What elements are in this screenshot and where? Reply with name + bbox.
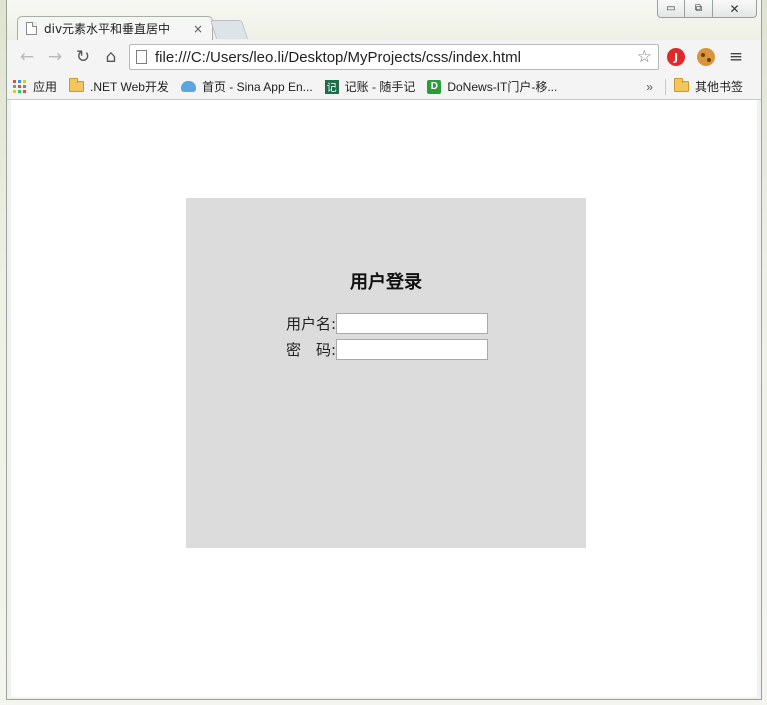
reload-icon[interactable]: ↻ [69,43,97,71]
bookmark-jizhang[interactable]: 记 记账 - 随手记 [324,78,416,95]
maximize-button[interactable]: ⧉ [685,0,713,18]
address-bar[interactable]: file:///C:/Users/leo.li/Desktop/MyProjec… [129,44,659,70]
bookmark-label: 应用 [33,80,58,94]
password-row: 密 码: [282,339,488,360]
apps-icon [13,79,27,94]
cloud-icon [180,81,196,92]
new-tab-button[interactable] [209,20,249,39]
file-icon [136,50,147,64]
menu-icon: ≡ [728,47,744,67]
login-title: 用户登录 [350,272,422,293]
bookmark-star-icon[interactable]: ☆ [637,47,652,67]
bookmark-apps[interactable]: 应用 [13,78,57,95]
bookmark-other[interactable]: 其他书签 [673,78,743,95]
page-icon [26,22,37,35]
username-label: 用户名: [285,315,336,333]
home-icon[interactable]: ⌂ [97,43,125,71]
bookmark-sina[interactable]: 首页 - Sina App En... [180,78,313,95]
bookmark-label: 首页 - Sina App En... [201,80,313,94]
window-controls: ▭ ⧉ ✕ [657,0,757,18]
bookmark-label: DoNews-IT门户-移... [447,80,558,94]
bookmark-label: 记账 - 随手记 [344,80,416,94]
forward-icon[interactable]: → [41,43,69,71]
bookmark-label: .NET Web开发 [90,80,169,94]
folder-icon [673,78,689,92]
back-icon[interactable]: ← [13,43,41,71]
page-viewport: 用户登录 用户名: 密 码: [11,100,757,697]
url-text[interactable]: file:///C:/Users/leo.li/Desktop/MyProjec… [155,49,637,66]
tab-active[interactable]: div元素水平和垂直居中 × [17,16,213,40]
bookmarks-separator [664,78,666,95]
cookie-icon [697,48,715,66]
extension-red-icon: J [667,48,685,66]
donews-icon: D [427,79,442,94]
browser-window: div元素水平和垂直居中 × ▭ ⧉ ✕ ← → ↻ ⌂ file:///C:/… [6,0,762,700]
close-window-button[interactable]: ✕ [713,0,757,18]
bookmarks-overflow-chevron[interactable]: » [646,80,653,94]
username-input[interactable] [336,313,488,334]
bookmark-donews[interactable]: D DoNews-IT门户-移... [427,78,557,95]
tab-title: div元素水平和垂直居中 [44,22,171,36]
browser-toolbar: ← → ↻ ⌂ file:///C:/Users/leo.li/Desktop/… [7,40,761,74]
extension-red[interactable]: J [663,44,689,70]
username-row: 用户名: [282,313,488,334]
note-icon: 记 [324,79,339,94]
tab-close-icon[interactable]: × [192,22,204,36]
login-box: 用户登录 用户名: 密 码: [186,198,586,548]
extension-cookie[interactable] [693,44,719,70]
title-bar: div元素水平和垂直居中 × ▭ ⧉ ✕ [7,0,761,40]
bookmark-label: 其他书签 [694,80,743,94]
chrome-menu-button[interactable]: ≡ [723,44,749,70]
minimize-button[interactable]: ▭ [657,0,685,18]
folder-icon [69,78,85,92]
password-input[interactable] [336,339,488,360]
password-label: 密 码: [285,341,336,359]
bookmark-folder-net[interactable]: .NET Web开发 [69,78,169,95]
bookmarks-bar: 应用 .NET Web开发 首页 - Sina App En... 记 记账 -… [7,74,761,100]
